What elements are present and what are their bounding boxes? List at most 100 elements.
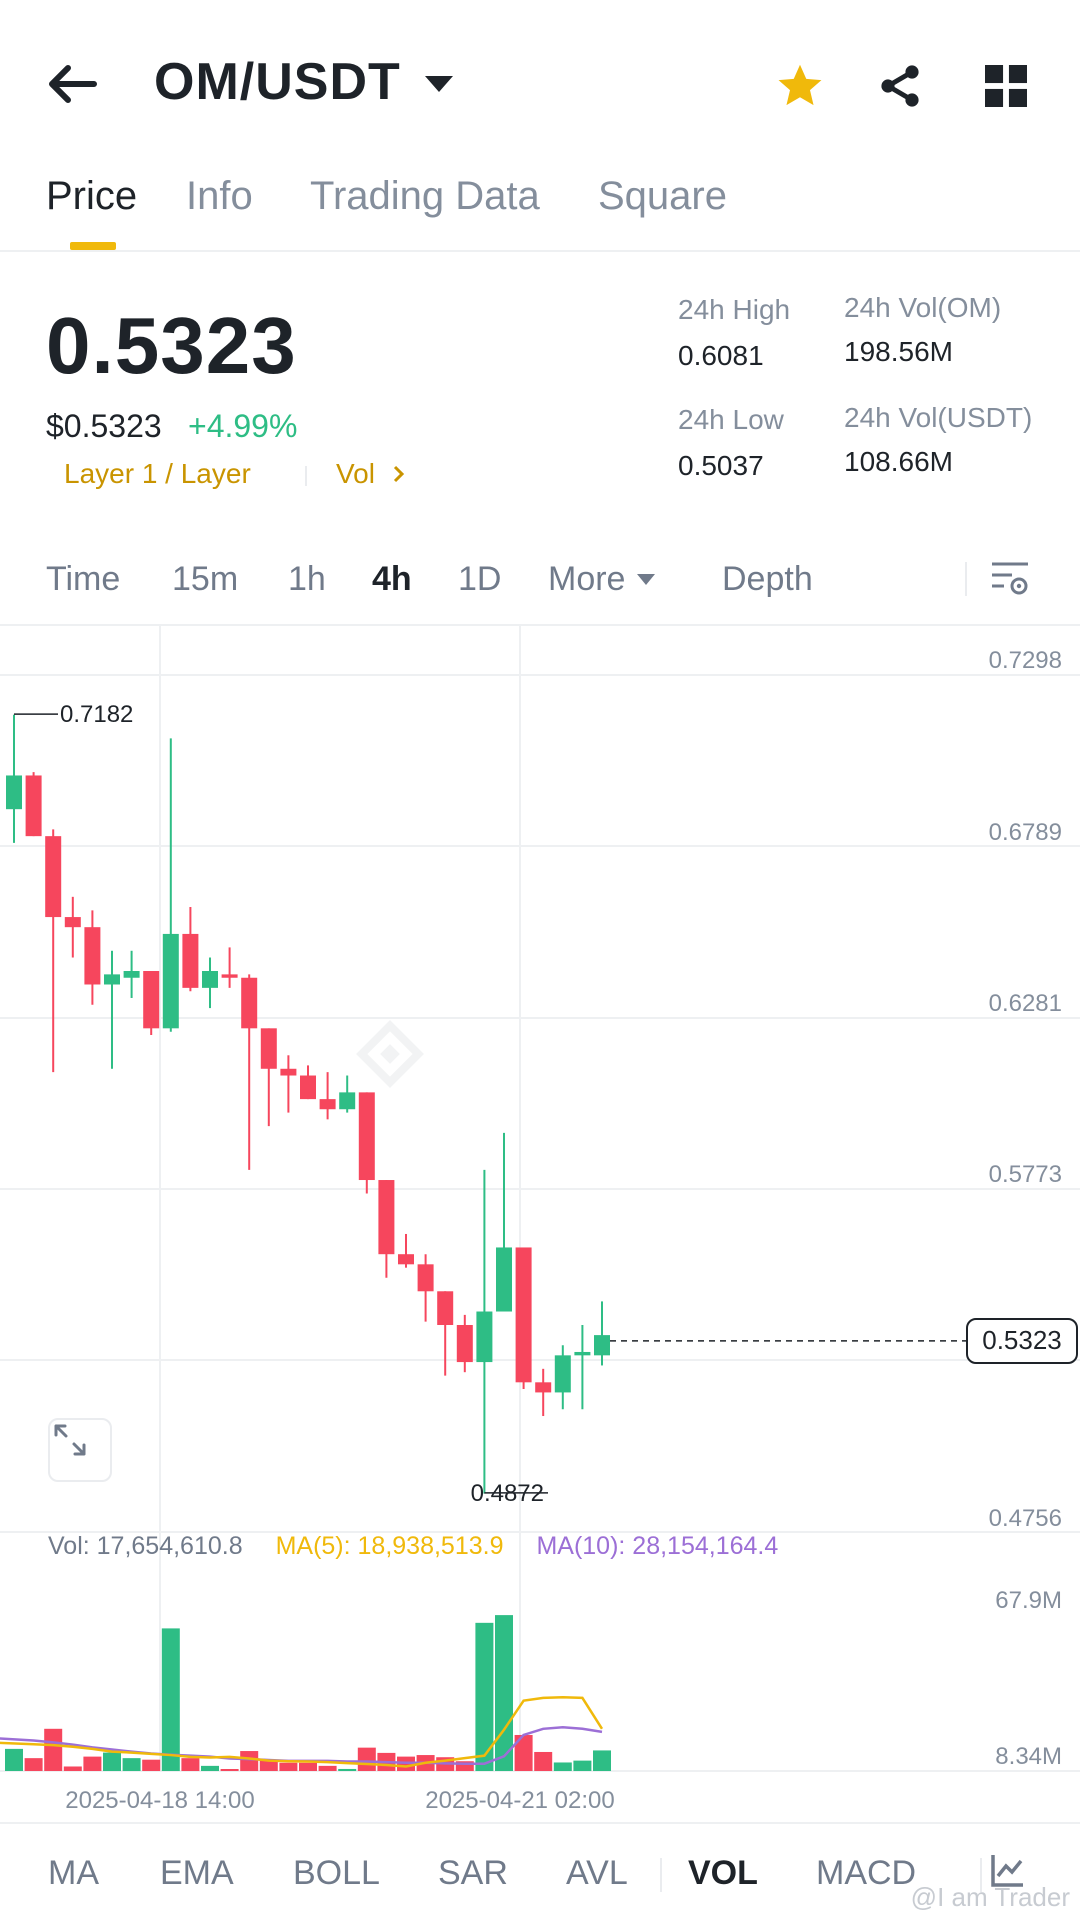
volume-bar bbox=[553, 1762, 572, 1771]
candle-body bbox=[260, 1028, 277, 1069]
price-tick: 0.6281 bbox=[989, 990, 1062, 1017]
volume-bar bbox=[83, 1756, 102, 1771]
back-button[interactable] bbox=[46, 58, 106, 110]
interval-more[interactable]: More bbox=[548, 560, 656, 599]
caret-down-icon bbox=[424, 76, 453, 92]
candle-body bbox=[123, 971, 140, 978]
candle-body bbox=[162, 933, 179, 1029]
chart-settings-button[interactable] bbox=[990, 558, 1030, 603]
interval-4h[interactable]: 4h bbox=[372, 560, 412, 599]
candle-body bbox=[202, 971, 218, 988]
interval-15m[interactable]: 15m bbox=[172, 560, 238, 599]
volume-bar bbox=[279, 1762, 298, 1771]
depth-tab[interactable]: Depth bbox=[722, 560, 813, 599]
pair-selector[interactable]: OM/USDT bbox=[154, 52, 453, 112]
interval-1h[interactable]: 1h bbox=[288, 560, 326, 599]
tab-info[interactable]: Info bbox=[186, 174, 253, 219]
tab-square[interactable]: Square bbox=[598, 174, 727, 219]
current-price-tag: 0.5323 bbox=[966, 1317, 1078, 1364]
candle-body bbox=[417, 1264, 434, 1292]
candle-body bbox=[45, 836, 62, 918]
volume-bar bbox=[357, 1747, 376, 1771]
interval-more-label: More bbox=[548, 560, 626, 598]
expand-button[interactable] bbox=[48, 1418, 112, 1482]
price-tick: 0.5773 bbox=[989, 1161, 1062, 1188]
volume-bar bbox=[220, 1769, 239, 1771]
candle-body bbox=[378, 1180, 395, 1255]
volume-bar bbox=[318, 1765, 337, 1771]
volume-bar bbox=[161, 1628, 180, 1771]
candle-body bbox=[437, 1291, 454, 1325]
vol-base-label: 24h Vol(OM) bbox=[844, 292, 1002, 323]
indicator-sar[interactable]: SAR bbox=[438, 1854, 508, 1893]
candle-body bbox=[476, 1311, 493, 1363]
indicator-ma[interactable]: MA bbox=[48, 1854, 99, 1893]
volume-bar bbox=[24, 1758, 43, 1771]
interval-time[interactable]: Time bbox=[46, 560, 120, 599]
candle-body bbox=[182, 933, 199, 988]
grid-icon bbox=[985, 65, 1027, 107]
candlestick-chart[interactable]: 0.7298 0.6789 0.6281 0.5773 0.4756 67.9M… bbox=[0, 626, 1080, 1822]
candle-body bbox=[456, 1324, 473, 1363]
volume-bar bbox=[338, 1768, 357, 1771]
interval-1d[interactable]: 1D bbox=[458, 560, 501, 599]
low-marker-label: 0.4872 bbox=[471, 1480, 544, 1507]
volume-bar bbox=[5, 1748, 23, 1771]
volume-bar bbox=[299, 1762, 317, 1771]
indicator-boll[interactable]: BOLL bbox=[293, 1854, 380, 1893]
candle-body bbox=[280, 1068, 297, 1076]
volume-bar bbox=[44, 1728, 63, 1771]
candle-body bbox=[241, 977, 258, 1029]
last-price: 0.5323 bbox=[46, 301, 297, 390]
vol-base-value: 198.56M bbox=[844, 336, 953, 367]
tag-divider bbox=[305, 466, 307, 486]
vol-value: Vol: 17,654,610.8 bbox=[48, 1532, 243, 1560]
indicator-avl[interactable]: AVL bbox=[566, 1854, 628, 1893]
tab-price[interactable]: Price bbox=[46, 174, 137, 219]
volume-legend: Vol: 17,654,610.8 MA(5): 18,938,513.9 MA… bbox=[48, 1532, 804, 1561]
candle-body bbox=[554, 1355, 571, 1393]
time-label: 2025-04-21 02:00 bbox=[425, 1787, 615, 1814]
low-value: 0.5037 bbox=[678, 450, 764, 481]
volume-bar bbox=[240, 1751, 259, 1771]
candle-body bbox=[64, 917, 81, 928]
candle-body bbox=[319, 1099, 336, 1110]
candle-body bbox=[339, 1092, 356, 1110]
interval-divider bbox=[965, 562, 967, 596]
arrow-left-icon bbox=[49, 65, 97, 103]
candle-body bbox=[221, 974, 238, 978]
candle-body bbox=[515, 1247, 532, 1383]
usd-price: $0.5323 bbox=[46, 408, 162, 444]
category-tag[interactable]: Layer 1 / Layer bbox=[64, 458, 251, 490]
indicator-macd[interactable]: MACD bbox=[816, 1854, 916, 1893]
volume-bar bbox=[63, 1766, 82, 1771]
star-icon bbox=[778, 64, 822, 106]
indicator-ema[interactable]: EMA bbox=[160, 1854, 234, 1893]
high-label: 24h High bbox=[678, 294, 791, 325]
price-change: +4.99% bbox=[188, 408, 298, 444]
share-button[interactable] bbox=[872, 58, 928, 114]
menu-button[interactable] bbox=[978, 58, 1034, 114]
vol-quote-label: 24h Vol(USDT) bbox=[844, 402, 1033, 433]
watermark-text: @I am Trader bbox=[910, 1882, 1070, 1912]
high-marker-label: 0.7182 bbox=[60, 701, 133, 728]
vol-tag[interactable]: Vol bbox=[336, 458, 405, 490]
price-tick: 0.7298 bbox=[989, 647, 1062, 674]
candle-body bbox=[6, 775, 22, 810]
caret-down-icon bbox=[637, 574, 656, 585]
candle-body bbox=[496, 1247, 512, 1312]
low-marker: 0.4872 bbox=[471, 1480, 548, 1507]
favorite-button[interactable] bbox=[772, 58, 828, 114]
low-label: 24h Low bbox=[678, 404, 784, 435]
candle-body bbox=[594, 1335, 610, 1356]
share-icon bbox=[881, 65, 919, 107]
volume-bar bbox=[201, 1765, 219, 1771]
tab-trading-data[interactable]: Trading Data bbox=[310, 174, 540, 219]
ma10-value: MA(10): 28,154,164.4 bbox=[536, 1532, 779, 1560]
indicator-vol[interactable]: VOL bbox=[688, 1854, 758, 1893]
candle-body bbox=[104, 974, 120, 985]
candle-body bbox=[358, 1092, 375, 1181]
volume-bar bbox=[142, 1759, 161, 1771]
chart-settings-icon bbox=[992, 562, 1028, 595]
volume-bar bbox=[593, 1750, 611, 1771]
